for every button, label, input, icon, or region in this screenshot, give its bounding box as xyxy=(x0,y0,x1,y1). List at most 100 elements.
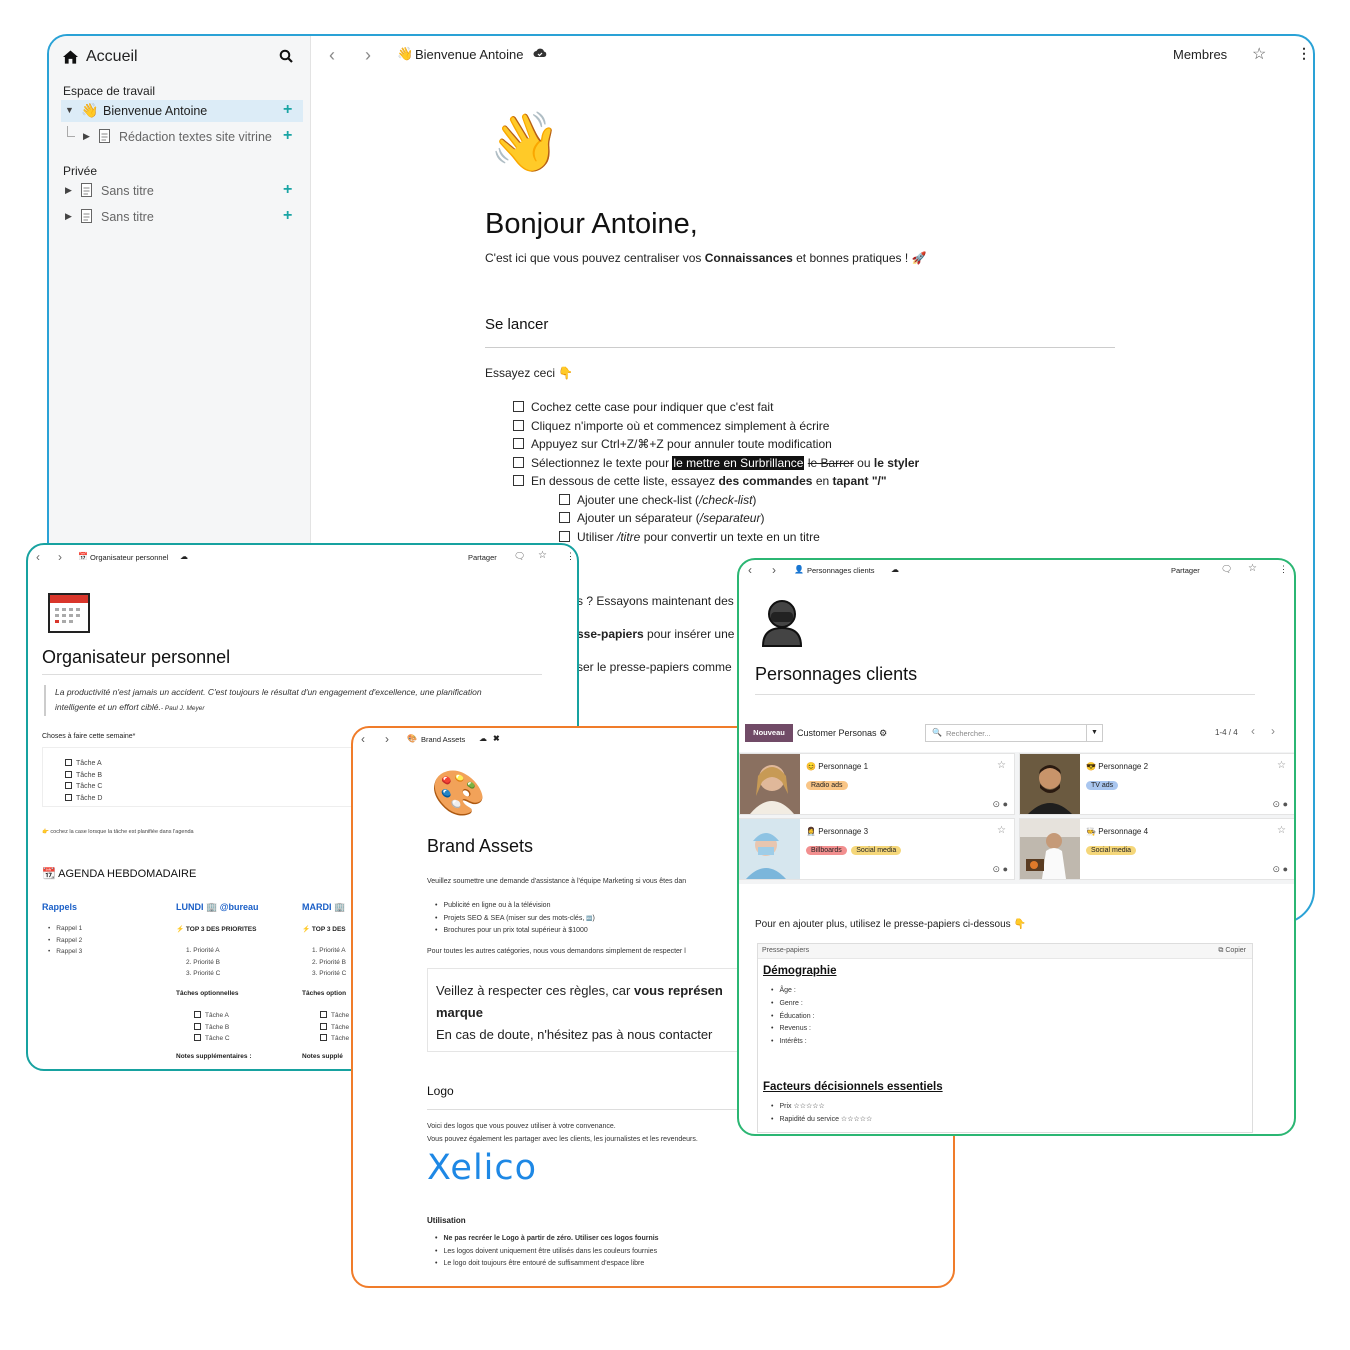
star-icon[interactable]: ☆ xyxy=(538,550,547,561)
breadcrumb-title[interactable]: Bienvenue Antoine xyxy=(415,47,523,62)
share-button[interactable]: Partager xyxy=(468,553,497,562)
forward-arrow-icon[interactable]: › xyxy=(365,45,371,66)
document-icon xyxy=(99,129,110,148)
checkbox[interactable] xyxy=(513,419,524,431)
priority-item: 3. Priorité C xyxy=(312,970,347,977)
rocket-icon: 🚀 xyxy=(911,251,927,265)
callout-text: En cas de doute, n'hésitez pas à nous co… xyxy=(436,1027,713,1042)
checkbox[interactable] xyxy=(194,1022,201,1030)
calendar-icon: 📆 xyxy=(42,868,56,880)
checkbox[interactable] xyxy=(194,1034,201,1041)
star-icon[interactable]: ☆ xyxy=(1277,760,1286,771)
sidebar-item-sans-titre-1[interactable]: ▶ Sans titre + xyxy=(61,180,303,202)
persona-card-3[interactable]: 👩‍⚕️ Personnage 3 Billboards Social medi… xyxy=(739,818,1015,880)
add-page-icon[interactable]: + xyxy=(283,181,292,199)
checkbox[interactable] xyxy=(559,512,570,523)
sidebar-item-sans-titre-2[interactable]: ▶ Sans titre + xyxy=(61,206,303,228)
sidebar-item-redaction[interactable]: ▶ Rédaction textes site vitrine + xyxy=(61,126,303,148)
optional-text: Tâche C xyxy=(205,1035,230,1042)
calendar-icon: 📅 xyxy=(78,552,88,561)
more-options-icon[interactable]: ⋮ xyxy=(566,551,575,562)
add-more-label: Pour en ajouter plus, utilisez le presse… xyxy=(755,919,1011,930)
star-icon[interactable]: ☆ xyxy=(997,760,1006,771)
tree-connector xyxy=(67,126,75,137)
share-button[interactable]: Partager xyxy=(1171,566,1200,575)
activity-clock-icon[interactable]: ⊙ ● xyxy=(1273,799,1288,810)
add-page-icon[interactable]: + xyxy=(283,127,292,145)
star-icon[interactable]: ☆ xyxy=(1252,44,1266,64)
add-page-icon[interactable]: + xyxy=(283,207,292,225)
checkbox[interactable] xyxy=(320,1011,327,1018)
checkbox[interactable] xyxy=(513,456,524,468)
forward-arrow-icon[interactable]: › xyxy=(385,732,389,746)
search-icon[interactable] xyxy=(279,49,293,63)
back-arrow-icon[interactable]: ‹ xyxy=(329,45,335,66)
search-dropdown-icon[interactable]: ▼ xyxy=(1086,725,1102,741)
forward-arrow-icon[interactable]: › xyxy=(58,550,62,564)
persona-card-4[interactable]: 🧑‍🍳 Personnage 4 Social media ☆ ⊙ ● xyxy=(1019,818,1294,880)
checkbox[interactable] xyxy=(320,1022,327,1030)
forward-arrow-icon[interactable]: › xyxy=(772,563,776,577)
activity-clock-icon[interactable]: ⊙ ● xyxy=(993,864,1008,875)
star-icon[interactable]: ☆ xyxy=(1248,563,1257,574)
sidebar-item-bienvenue[interactable]: ▼ 👋 Bienvenue Antoine + xyxy=(61,100,303,122)
star-icon[interactable]: ☆ xyxy=(1277,825,1286,836)
checkbox[interactable] xyxy=(513,438,524,449)
sidebar-home[interactable]: Accueil xyxy=(63,48,138,66)
checkbox[interactable] xyxy=(513,475,524,486)
back-arrow-icon[interactable]: ‹ xyxy=(36,550,40,564)
cloud-saved-icon: ☁ xyxy=(180,552,188,561)
checkbox[interactable] xyxy=(65,782,72,789)
breadcrumb-title[interactable]: Organisateur personnel xyxy=(90,553,168,562)
gear-icon[interactable]: ⚙ xyxy=(879,728,887,738)
quote-block: La productivité n'est jamais un accident… xyxy=(44,685,524,716)
checkbox[interactable] xyxy=(513,401,524,412)
chat-icon[interactable]: 🗨 xyxy=(514,551,525,562)
page-title: Organisateur personnel xyxy=(42,647,231,667)
optional-heading: Tâches option xyxy=(302,990,347,997)
checkbox[interactable] xyxy=(65,759,72,766)
callout-bold: vous représen xyxy=(633,983,723,998)
title-divider xyxy=(755,694,1255,695)
more-options-icon[interactable]: ⋮ xyxy=(1279,564,1288,575)
caret-down-icon[interactable]: ▼ xyxy=(65,105,74,115)
priority-item: 2. Priorité B xyxy=(312,958,346,966)
caret-right-icon[interactable]: ▶ xyxy=(83,131,90,142)
checkbox[interactable] xyxy=(559,493,570,505)
activity-clock-icon[interactable]: ⊙ ● xyxy=(1273,864,1288,875)
day-label: MARDI xyxy=(302,902,332,912)
add-page-icon[interactable]: + xyxy=(283,101,292,119)
tag-badge: Radio ads xyxy=(806,781,848,790)
caret-right-icon[interactable]: ▶ xyxy=(65,211,72,222)
copy-button[interactable]: ⧉ Copier xyxy=(1218,947,1246,955)
priority-text: Priorité A xyxy=(193,947,220,954)
pager-value[interactable]: 1-4 / 4 xyxy=(1215,728,1238,737)
pager-prev-icon[interactable]: ‹ xyxy=(1251,724,1255,738)
tag-badge: Social media xyxy=(1086,846,1137,855)
checkbox[interactable] xyxy=(559,530,570,542)
back-arrow-icon[interactable]: ‹ xyxy=(361,732,365,746)
pager-next-icon[interactable]: › xyxy=(1271,724,1275,738)
back-arrow-icon[interactable]: ‹ xyxy=(748,563,752,577)
activity-clock-icon[interactable]: ⊙ ● xyxy=(993,799,1008,810)
persona-name: 🧑‍🍳 Personnage 4 xyxy=(1086,827,1148,836)
checkbox[interactable] xyxy=(194,1011,201,1018)
chat-icon[interactable]: 🗨 xyxy=(1221,564,1232,575)
search-input[interactable]: Rechercher... xyxy=(946,729,991,738)
breadcrumb-title[interactable]: Personnages clients xyxy=(807,566,875,575)
checkbox[interactable] xyxy=(320,1034,327,1041)
persona-card-2[interactable]: 😎 Personnage 2 TV ads ☆ ⊙ ● xyxy=(1019,753,1294,815)
new-button[interactable]: Nouveau xyxy=(745,724,793,742)
priority-text: Priorité C xyxy=(319,970,347,977)
demographie-heading: Démographie xyxy=(763,965,837,977)
checkbox[interactable] xyxy=(65,793,72,801)
members-button[interactable]: Membres xyxy=(1173,47,1227,62)
more-options-icon[interactable]: ⋮ xyxy=(1297,45,1311,62)
persona-card-1[interactable]: 😊 Personnage 1 Radio ads ☆ ⊙ ● xyxy=(739,753,1015,815)
checkbox[interactable] xyxy=(65,770,72,778)
caret-right-icon[interactable]: ▶ xyxy=(65,185,72,196)
top3-heading: ⚡ TOP 3 DES PRIORITES xyxy=(176,925,256,933)
close-icon[interactable]: ✖ xyxy=(493,734,500,743)
star-icon[interactable]: ☆ xyxy=(997,825,1006,836)
breadcrumb-title[interactable]: Brand Assets xyxy=(421,735,465,744)
